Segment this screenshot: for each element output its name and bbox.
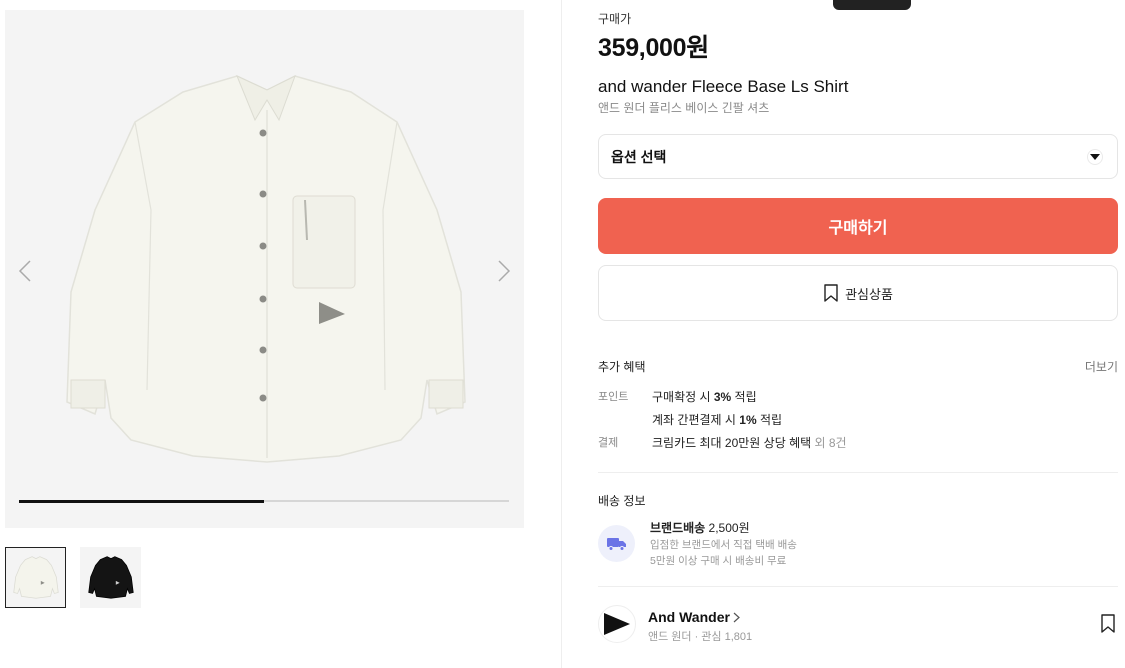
thumbnail-black-shirt[interactable] <box>80 547 141 608</box>
wishlist-button[interactable]: 관심상품 <box>598 265 1118 321</box>
wishlist-button-label: 관심상품 <box>845 286 893 302</box>
section-divider <box>598 472 1118 473</box>
gallery-progress-bar <box>19 499 509 503</box>
bookmark-icon <box>824 284 838 302</box>
gallery-next-button[interactable] <box>492 255 516 287</box>
brand-bookmark-button[interactable] <box>1098 612 1118 634</box>
product-image-gallery[interactable] <box>5 10 524 528</box>
thumbnail-image <box>13 556 59 599</box>
benefit-point-line2: 계좌 간편결제 시 1% 적립 <box>652 413 783 427</box>
thumbnail-image <box>88 556 134 599</box>
chevron-right-icon <box>733 612 740 622</box>
thumbnail-white-shirt[interactable] <box>5 547 66 608</box>
benefit-pay-tag: 결제 <box>598 437 619 449</box>
option-select-dropdown[interactable]: 옵션 선택 <box>598 134 1118 179</box>
floating-toolbar-pill <box>833 0 911 10</box>
chevron-left-icon <box>18 260 31 282</box>
product-name-ko: 앤드 원더 플리스 베이스 긴팔 셔츠 <box>598 101 770 115</box>
truck-icon <box>598 525 635 562</box>
shipping-line-2: 5만원 이상 구매 시 배송비 무료 <box>650 555 787 567</box>
shipping-method: 브랜드배송 2,500원 <box>650 521 750 535</box>
brand-name-link[interactable]: And Wander <box>648 609 740 625</box>
product-name-en: and wander Fleece Base Ls Shirt <box>598 77 849 96</box>
thumbnail-strip <box>5 547 141 608</box>
brand-logo-icon[interactable] <box>598 605 636 643</box>
price-value: 359,000원 <box>598 34 709 62</box>
benefit-point-tag: 포인트 <box>598 391 629 403</box>
shipping-title: 배송 정보 <box>598 494 646 508</box>
product-image <box>66 74 466 463</box>
benefits-more-link[interactable]: 더보기 <box>1085 358 1118 375</box>
gallery-prev-button[interactable] <box>13 255 37 287</box>
benefit-point-line1: 구매확정 시 3% 적립 <box>652 390 757 404</box>
bookmark-icon <box>1101 613 1115 633</box>
benefit-pay-line[interactable]: 크림카드 최대 20만원 상당 혜택 외 8건 <box>652 434 847 451</box>
shipping-line-1: 입점한 브랜드에서 직접 택배 배송 <box>650 539 797 551</box>
price-label: 구매가 <box>598 12 632 26</box>
gallery-progress-fill <box>19 499 264 503</box>
column-divider <box>561 0 562 668</box>
chevron-down-icon <box>1087 148 1103 165</box>
buy-button-label: 구매하기 <box>828 220 888 237</box>
chevron-right-icon <box>498 260 511 282</box>
section-divider <box>598 586 1118 587</box>
brand-meta: 앤드 원더 · 관심 1,801 <box>648 631 753 643</box>
option-select-label: 옵션 선택 <box>611 148 667 165</box>
benefits-title: 추가 혜택 <box>598 360 646 374</box>
buy-button[interactable]: 구매하기 <box>598 198 1118 254</box>
